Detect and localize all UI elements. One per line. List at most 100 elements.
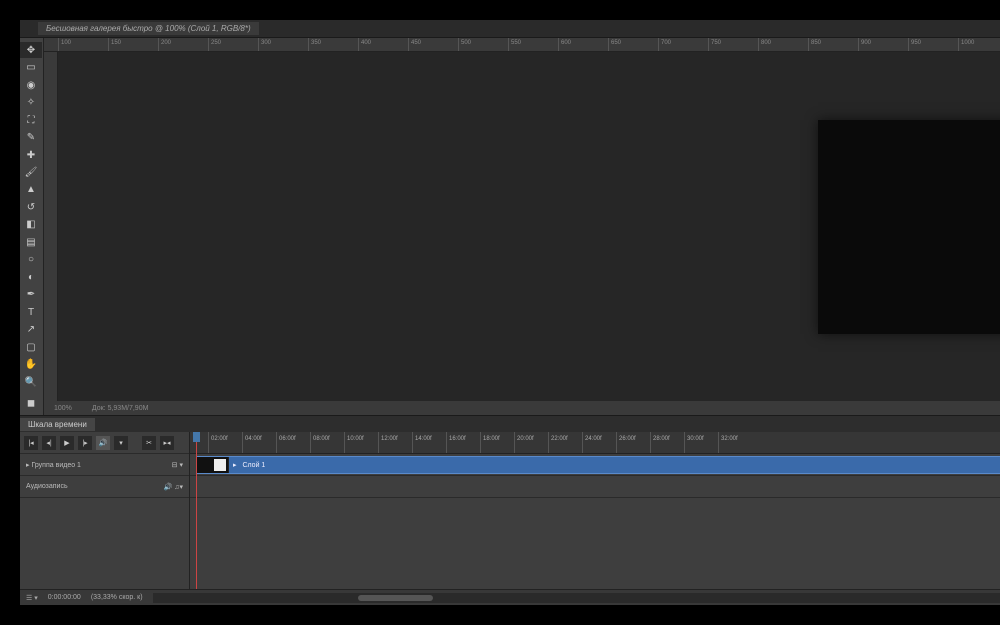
timeline-tick: 04:00f (242, 432, 276, 453)
timeline-menu-icon[interactable]: ☰ ▾ (26, 594, 38, 602)
timeline-track-headers: |◂ ◂| ▶ |▸ 🔊 ▾ ✂ ▸◂ ▸ Группа видео 1 ⊟ ▾ (20, 432, 190, 589)
ruler-tick: 700 (658, 38, 708, 51)
dodge-tool[interactable]: ◐ (20, 269, 42, 285)
artboard (818, 120, 1000, 334)
hand-tool[interactable]: ✋ (20, 356, 42, 372)
document-tabs: Бесшовная галерея быстро @ 100% (Слой 1,… (20, 20, 1000, 38)
video-clip[interactable]: ▸ Слой 1 (196, 456, 1000, 474)
ruler-tick: 1000 (958, 38, 1000, 51)
next-frame-button[interactable]: |▸ (78, 436, 92, 450)
timeline-tick: 08:00f (310, 432, 344, 453)
timecode[interactable]: 0:00:00:00 (48, 594, 81, 601)
ruler-tick: 650 (608, 38, 658, 51)
lasso-tool[interactable]: ◉ (20, 77, 42, 93)
wand-tool[interactable]: ✧ (20, 94, 42, 110)
timeline-tick: 16:00f (446, 432, 480, 453)
stamp-tool[interactable]: ▲ (20, 182, 42, 198)
eyedropper-tool[interactable]: ✎ (20, 129, 42, 145)
ruler-tick: 550 (508, 38, 558, 51)
timeline-tracks: 02:00f04:00f06:00f08:00f10:00f12:00f14:0… (190, 432, 1000, 589)
pen-tool[interactable]: ✒ (20, 287, 42, 303)
ruler-tick: 750 (708, 38, 758, 51)
ruler-tick: 300 (258, 38, 308, 51)
track-header-video[interactable]: ▸ Группа видео 1 ⊟ ▾ (20, 454, 189, 476)
canvas-viewport[interactable] (58, 52, 1000, 401)
doc-size: Док: 5,93M/7,90M (92, 405, 149, 412)
timeline-tick: 32:00f (718, 432, 752, 453)
crop-tool[interactable]: ⛶ (20, 112, 42, 128)
ruler-tick: 150 (108, 38, 158, 51)
timeline-tick: 06:00f (276, 432, 310, 453)
video-track[interactable]: ▸ Слой 1 + (190, 454, 1000, 476)
path-tool[interactable]: ↗ (20, 322, 42, 338)
brush-tool[interactable]: 🖌 (20, 164, 42, 180)
timeline-tick: 18:00f (480, 432, 514, 453)
color-swatch[interactable]: ◼ (20, 391, 42, 415)
gradient-tool[interactable]: ▤ (20, 234, 42, 250)
history-brush-tool[interactable]: ↺ (20, 199, 42, 215)
timeline-zoom-scroll[interactable] (153, 593, 1000, 603)
timeline-tick: 26:00f (616, 432, 650, 453)
canvas-area: 1001502002503003504004505005506006507007… (44, 38, 1000, 415)
app-window: Бесшовная галерея быстро @ 100% (Слой 1,… (20, 20, 980, 605)
ruler-tick: 850 (808, 38, 858, 51)
ruler-tick: 600 (558, 38, 608, 51)
work-row: ✥ ▭ ◉ ✧ ⛶ ✎ ✚ 🖌 ▲ ↺ ◧ ▤ ○ ◐ ✒ T ↗ ▢ ✋ 🔍 (20, 38, 1000, 415)
zoom-tool[interactable]: 🔍 (20, 374, 42, 390)
timeline-tick: 20:00f (514, 432, 548, 453)
ruler-tick: 250 (208, 38, 258, 51)
ruler-tick: 500 (458, 38, 508, 51)
transition-button[interactable]: ▸◂ (160, 436, 174, 450)
timeline-tab[interactable]: Шкала времени (20, 418, 95, 431)
track-audio-icon[interactable]: 🔊 ♫▾ (164, 483, 183, 491)
timeline-controls: |◂ ◂| ▶ |▸ 🔊 ▾ ✂ ▸◂ (20, 432, 189, 454)
ruler-tick: 950 (908, 38, 958, 51)
ruler-tick: 800 (758, 38, 808, 51)
timeline-tick: 22:00f (548, 432, 582, 453)
main-area: Бесшовная галерея быстро @ 100% (Слой 1,… (20, 20, 1000, 605)
tools-panel: ✥ ▭ ◉ ✧ ⛶ ✎ ✚ 🖌 ▲ ↺ ◧ ▤ ○ ◐ ✒ T ↗ ▢ ✋ 🔍 (20, 38, 44, 415)
playhead[interactable] (196, 432, 197, 589)
split-button[interactable]: ✂ (142, 436, 156, 450)
timeline-tick: 10:00f (344, 432, 378, 453)
canvas-status: 100% Док: 5,93M/7,90M (44, 401, 1000, 415)
frame-rate: (33,33% скор. к) (91, 594, 143, 601)
move-tool[interactable]: ✥ (20, 42, 42, 58)
timeline-tick: 02:00f (208, 432, 242, 453)
zoom-level[interactable]: 100% (54, 405, 72, 412)
marquee-tool[interactable]: ▭ (20, 59, 42, 75)
timeline-footer: ☰ ▾ 0:00:00:00 (33,33% скор. к) (20, 589, 1000, 605)
timeline-tick: 30:00f (684, 432, 718, 453)
ruler-vertical (44, 52, 58, 401)
prev-frame-button[interactable]: ◂| (42, 436, 56, 450)
track-header-audio[interactable]: Аудиозапись 🔊 ♫▾ (20, 476, 189, 498)
eraser-tool[interactable]: ◧ (20, 217, 42, 233)
options-button[interactable]: ▾ (114, 436, 128, 450)
timeline-tick: 28:00f (650, 432, 684, 453)
ruler-tick: 100 (58, 38, 108, 51)
ruler-tick: 200 (158, 38, 208, 51)
clip-thumbnail (197, 457, 229, 473)
heal-tool[interactable]: ✚ (20, 147, 42, 163)
ruler-horizontal: 1001502002503003504004505005506006507007… (44, 38, 1000, 52)
mute-button[interactable]: 🔊 (96, 436, 110, 450)
type-tool[interactable]: T (20, 304, 42, 320)
timeline-tick: 12:00f (378, 432, 412, 453)
blur-tool[interactable]: ○ (20, 252, 42, 268)
timeline-tab-bar: Шкала времени (20, 416, 1000, 432)
timeline-panel: Шкала времени |◂ ◂| ▶ |▸ 🔊 ▾ ✂ ▸◂ (20, 415, 1000, 605)
ruler-tick: 350 (308, 38, 358, 51)
canvas-body (44, 52, 1000, 401)
audio-track[interactable]: + (190, 476, 1000, 498)
timeline-tick: 24:00f (582, 432, 616, 453)
ruler-tick: 900 (858, 38, 908, 51)
timeline-ruler[interactable]: 02:00f04:00f06:00f08:00f10:00f12:00f14:0… (190, 432, 1000, 454)
shape-tool[interactable]: ▢ (20, 339, 42, 355)
timeline-tick: 14:00f (412, 432, 446, 453)
play-button[interactable]: ▶ (60, 436, 74, 450)
first-frame-button[interactable]: |◂ (24, 436, 38, 450)
ruler-tick: 400 (358, 38, 408, 51)
document-tab[interactable]: Бесшовная галерея быстро @ 100% (Слой 1,… (38, 22, 259, 35)
track-options-icon[interactable]: ⊟ ▾ (172, 461, 183, 469)
timeline-zoom-thumb[interactable] (358, 595, 433, 601)
